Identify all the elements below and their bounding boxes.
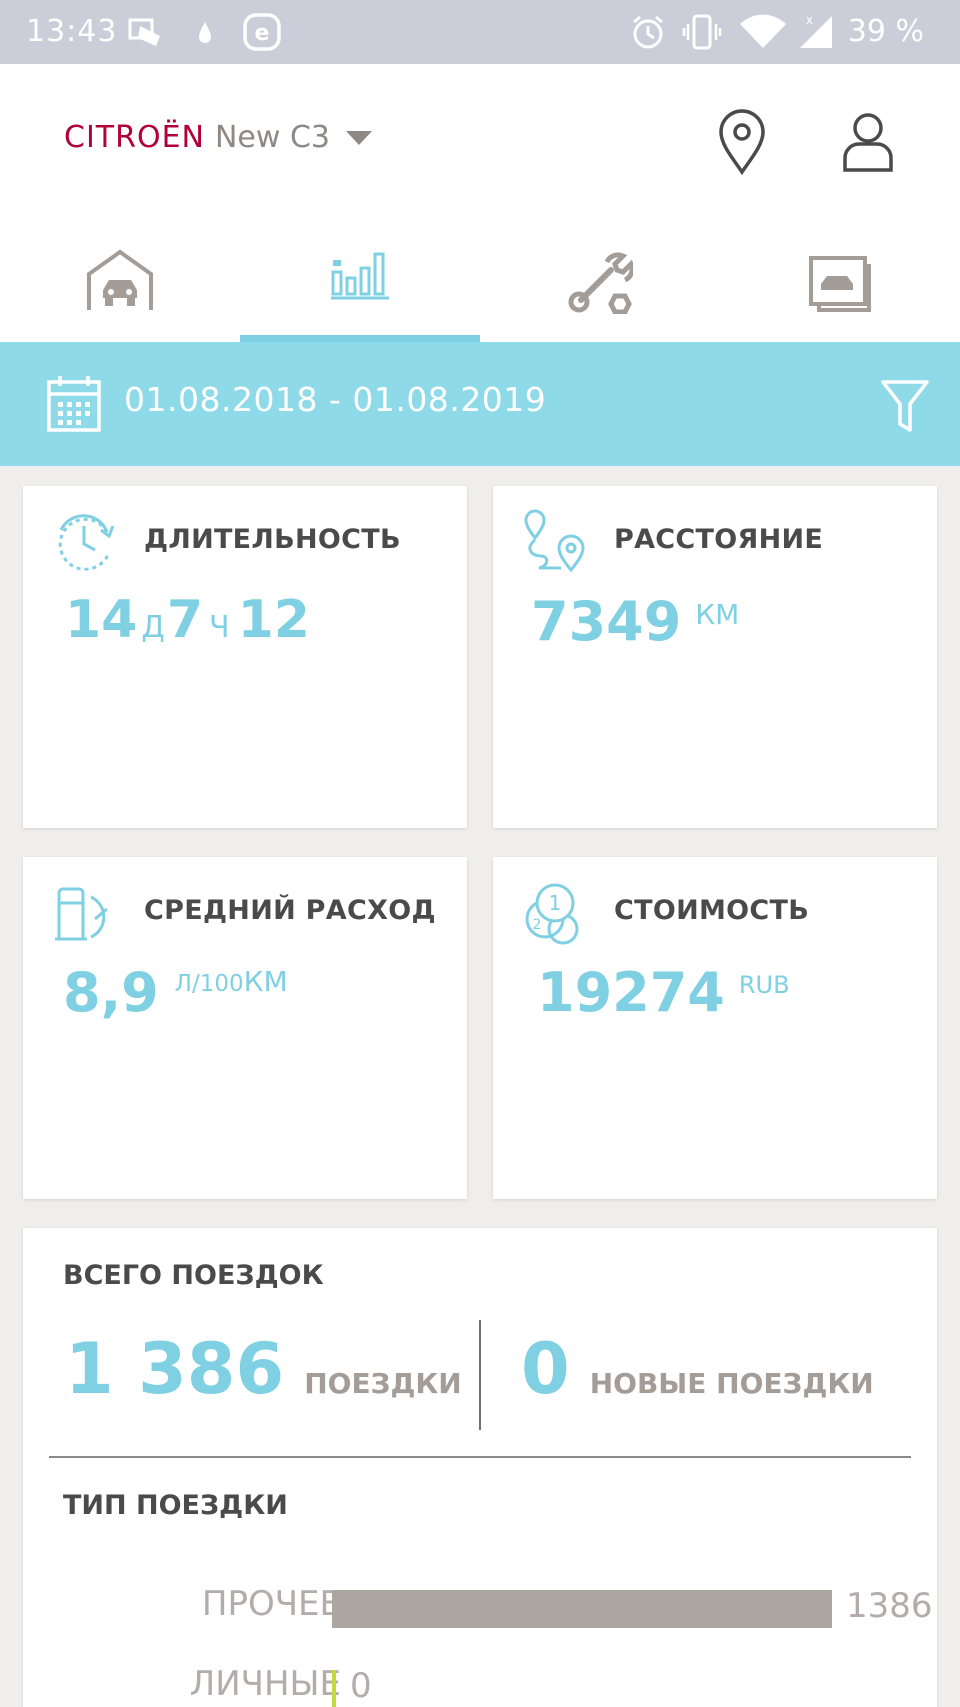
trips-count-number: 1 386	[65, 1328, 285, 1410]
profile-button[interactable]	[833, 106, 903, 176]
vehicle-selector[interactable]: CITROËN New C3	[64, 120, 372, 155]
distance-number: 7349	[531, 590, 682, 653]
vibrate-icon	[682, 14, 722, 50]
cost-card[interactable]: 1 2 СТОИМОСТЬ 19274 RUB	[493, 857, 937, 1199]
duration-title: ДЛИТЕЛЬНОСТЬ	[144, 524, 401, 555]
duration-hours-unit: Ч	[209, 610, 230, 645]
distance-card[interactable]: РАССТОЯНИЕ 7349 КМ	[493, 486, 937, 828]
svg-text:2: 2	[533, 917, 542, 933]
trip-type-row-personal[interactable]: ЛИЧНЫЕ 0	[23, 1664, 937, 1707]
trip-type-bar-other	[332, 1590, 832, 1628]
trips-horizontal-divider	[49, 1456, 911, 1458]
cost-value: 19274 RUB	[537, 961, 790, 1024]
svg-text:e: e	[255, 21, 270, 46]
consumption-unit-km: КМ	[243, 965, 288, 998]
consumption-title: СРЕДНИЙ РАСХОД	[144, 895, 436, 926]
trip-type-label-other: ПРОЧЕЕ	[201, 1584, 341, 1624]
app-header: CITROËN New C3	[0, 64, 960, 342]
statistics-icon	[331, 252, 389, 300]
wrench-icon	[568, 252, 633, 314]
date-range-text: 01.08.2018 - 01.08.2019	[124, 380, 547, 419]
new-trips[interactable]: 0 НОВЫЕ ПОЕЗДКИ	[521, 1328, 874, 1410]
trip-type-value-other: 1386	[846, 1586, 933, 1626]
calendar-icon	[47, 376, 101, 432]
trips-count[interactable]: 1 386 ПОЕЗДКИ	[65, 1328, 462, 1410]
distance-unit: КМ	[695, 598, 740, 631]
alarm-icon	[633, 15, 663, 49]
filter-icon[interactable]	[880, 378, 930, 434]
vehicle-model: New C3	[214, 120, 330, 155]
car-documents-icon	[809, 256, 871, 312]
cost-title: СТОИМОСТЬ	[614, 895, 810, 926]
tab-documents[interactable]	[720, 234, 960, 342]
main-tabs	[0, 234, 960, 342]
distance-value: 7349 КМ	[531, 590, 739, 653]
svg-text:x: x	[806, 13, 813, 27]
trip-type-bar-personal	[332, 1670, 336, 1707]
trip-type-label-personal: ЛИЧНЫЕ	[189, 1664, 341, 1704]
cost-unit: RUB	[738, 971, 790, 999]
wifi-icon	[740, 14, 786, 48]
coins-icon: 1 2	[525, 883, 579, 945]
status-bar: 13:43 e x 39 %	[0, 0, 960, 64]
location-button[interactable]	[707, 106, 777, 176]
drop-icon	[199, 22, 211, 43]
trips-card: ВСЕГО ПОЕЗДОК 1 386 ПОЕЗДКИ 0 НОВЫЕ ПОЕЗ…	[23, 1228, 937, 1707]
brand-logo: CITROËN	[64, 120, 205, 155]
trip-type-title: ТИП ПОЕЗДКИ	[63, 1490, 288, 1521]
tab-maintenance[interactable]	[480, 234, 720, 342]
clock-icon	[58, 514, 115, 571]
date-range-bar[interactable]: 01.08.2018 - 01.08.2019	[0, 342, 960, 466]
trips-vertical-divider	[479, 1320, 481, 1430]
location-pin-icon	[719, 109, 765, 176]
trip-type-row-other[interactable]: ПРОЧЕЕ 1386	[23, 1584, 937, 1628]
consumption-unit-liters: Л/100	[174, 971, 244, 997]
garage-icon	[87, 249, 153, 310]
new-trips-label: НОВЫЕ ПОЕЗДКИ	[589, 1367, 874, 1400]
cost-number: 19274	[537, 961, 725, 1024]
distance-title: РАССТОЯНИЕ	[614, 524, 824, 555]
trips-count-label: ПОЕЗДКИ	[304, 1367, 462, 1400]
trips-title: ВСЕГО ПОЕЗДОК	[63, 1260, 324, 1291]
cellular-signal-icon: x	[800, 13, 832, 48]
profile-icon	[843, 113, 893, 172]
fuel-gauge-icon	[55, 887, 108, 941]
battery-percentage: 39 %	[847, 14, 924, 49]
new-trips-number: 0	[521, 1328, 570, 1410]
consumption-unit: Л/100КМ	[175, 965, 288, 998]
caret-down-icon	[346, 130, 372, 145]
svg-text:1: 1	[549, 891, 562, 915]
tab-garage[interactable]	[0, 234, 240, 342]
trip-type-value-personal: 0	[350, 1666, 372, 1706]
duration-minutes: 12	[237, 590, 310, 650]
consumption-number: 8,9	[63, 961, 159, 1024]
duration-days: 14	[65, 590, 138, 650]
duration-days-unit: Д	[141, 610, 165, 645]
duration-hours: 7	[166, 590, 203, 650]
status-time: 13:43	[26, 14, 118, 49]
tab-statistics[interactable]	[240, 234, 480, 342]
route-icon	[524, 509, 585, 573]
duration-value: 14 Д 7 Ч 12	[65, 590, 310, 650]
mail-notification-icon	[128, 18, 160, 46]
consumption-card[interactable]: СРЕДНИЙ РАСХОД 8,9 Л/100КМ	[23, 857, 467, 1199]
consumption-value: 8,9 Л/100КМ	[63, 961, 288, 1024]
duration-card[interactable]: ДЛИТЕЛЬНОСТЬ 14 Д 7 Ч 12	[23, 486, 467, 828]
app-e-icon: e	[243, 13, 281, 51]
